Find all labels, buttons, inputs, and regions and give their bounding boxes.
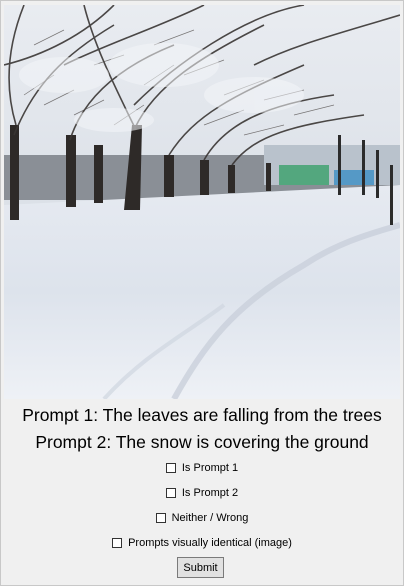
- checkbox[interactable]: [112, 538, 123, 548]
- snowy-park-illustration: [4, 5, 400, 399]
- checkbox[interactable]: [155, 513, 166, 523]
- option-is-prompt-2[interactable]: Is Prompt 2: [0, 487, 404, 499]
- snowy-park-photo: [4, 5, 400, 399]
- option-is-prompt-1[interactable]: Is Prompt 1: [0, 462, 404, 474]
- option-neither-wrong[interactable]: Neither / Wrong: [0, 512, 404, 524]
- option-label: Prompts visually identical (image): [128, 537, 292, 549]
- prompt-1-text: Prompt 1: The leaves are falling from th…: [22, 405, 382, 425]
- option-label: Neither / Wrong: [171, 512, 249, 524]
- prompt-2-text: Prompt 2: The snow is covering the groun…: [35, 432, 369, 452]
- submit-button[interactable]: Submit: [177, 557, 224, 578]
- option-prompts-identical[interactable]: Prompts visually identical (image): [0, 537, 404, 549]
- option-label: Is Prompt 1: [181, 462, 239, 474]
- checkbox[interactable]: [165, 463, 176, 473]
- option-label: Is Prompt 2: [181, 487, 239, 499]
- checkbox[interactable]: [165, 488, 176, 498]
